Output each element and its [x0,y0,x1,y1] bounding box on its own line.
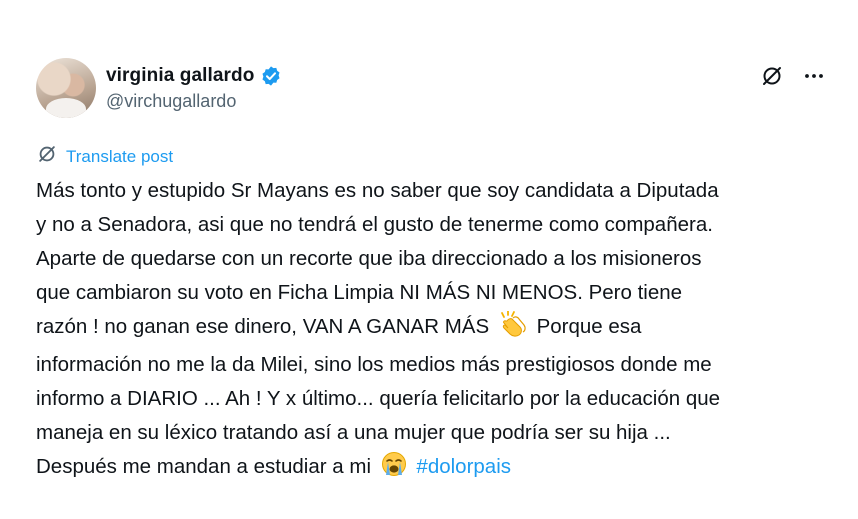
post-text-segment: razón ! no ganan ese dinero, VAN A GANAR… [36,315,490,338]
post-text-line: que cambiaron su voto en Ficha Limpia NI… [36,281,683,304]
loudly-crying-face-emoji-icon [381,451,407,488]
post-text: Más tonto y estupido Sr Mayans es no sab… [36,174,836,488]
translate-toggle-icon[interactable] [760,64,784,88]
post-text-line: Más tonto y estupido Sr Mayans es no sab… [36,179,719,202]
post-text-line-with-hashtag: Después me mandan a estudiar a mi #dolor… [36,450,836,488]
header-actions [760,64,826,88]
post-text-line: y no a Senadora, asi que no tendrá el gu… [36,213,713,236]
avatar[interactable] [36,58,96,118]
author-names: virginia gallardo @virchugallardo [106,65,282,112]
clapping-hands-emoji-icon [499,310,527,348]
translate-icon [36,143,58,170]
post-text-line: información no me la da Milei, sino los … [36,353,712,376]
post-header: virginia gallardo @virchugallardo [36,58,282,118]
translate-post-link[interactable]: Translate post [36,143,173,170]
more-options-icon[interactable] [802,64,826,88]
verified-badge-icon [260,65,282,87]
post-text-segment: Porque esa [536,315,642,338]
name-row: virginia gallardo [106,65,282,87]
post-text-line: informo a DIARIO ... Ah ! Y x último... … [36,387,721,410]
post-text-segment: Después me mandan a estudiar a mi [36,455,372,478]
post-card: virginia gallardo @virchugallardo Transl… [0,0,858,519]
translate-post-label: Translate post [66,146,174,166]
post-text-line: maneja en su léxico tratando así a una m… [36,421,671,444]
post-text-line: Aparte de quedarse con un recorte que ib… [36,247,702,270]
display-name[interactable]: virginia gallardo [106,65,254,87]
handle[interactable]: @virchugallardo [106,91,282,112]
post-text-line-with-emoji: razón ! no ganan ese dinero, VAN A GANAR… [36,310,836,348]
hashtag-link[interactable]: #dolorpais [416,455,511,478]
